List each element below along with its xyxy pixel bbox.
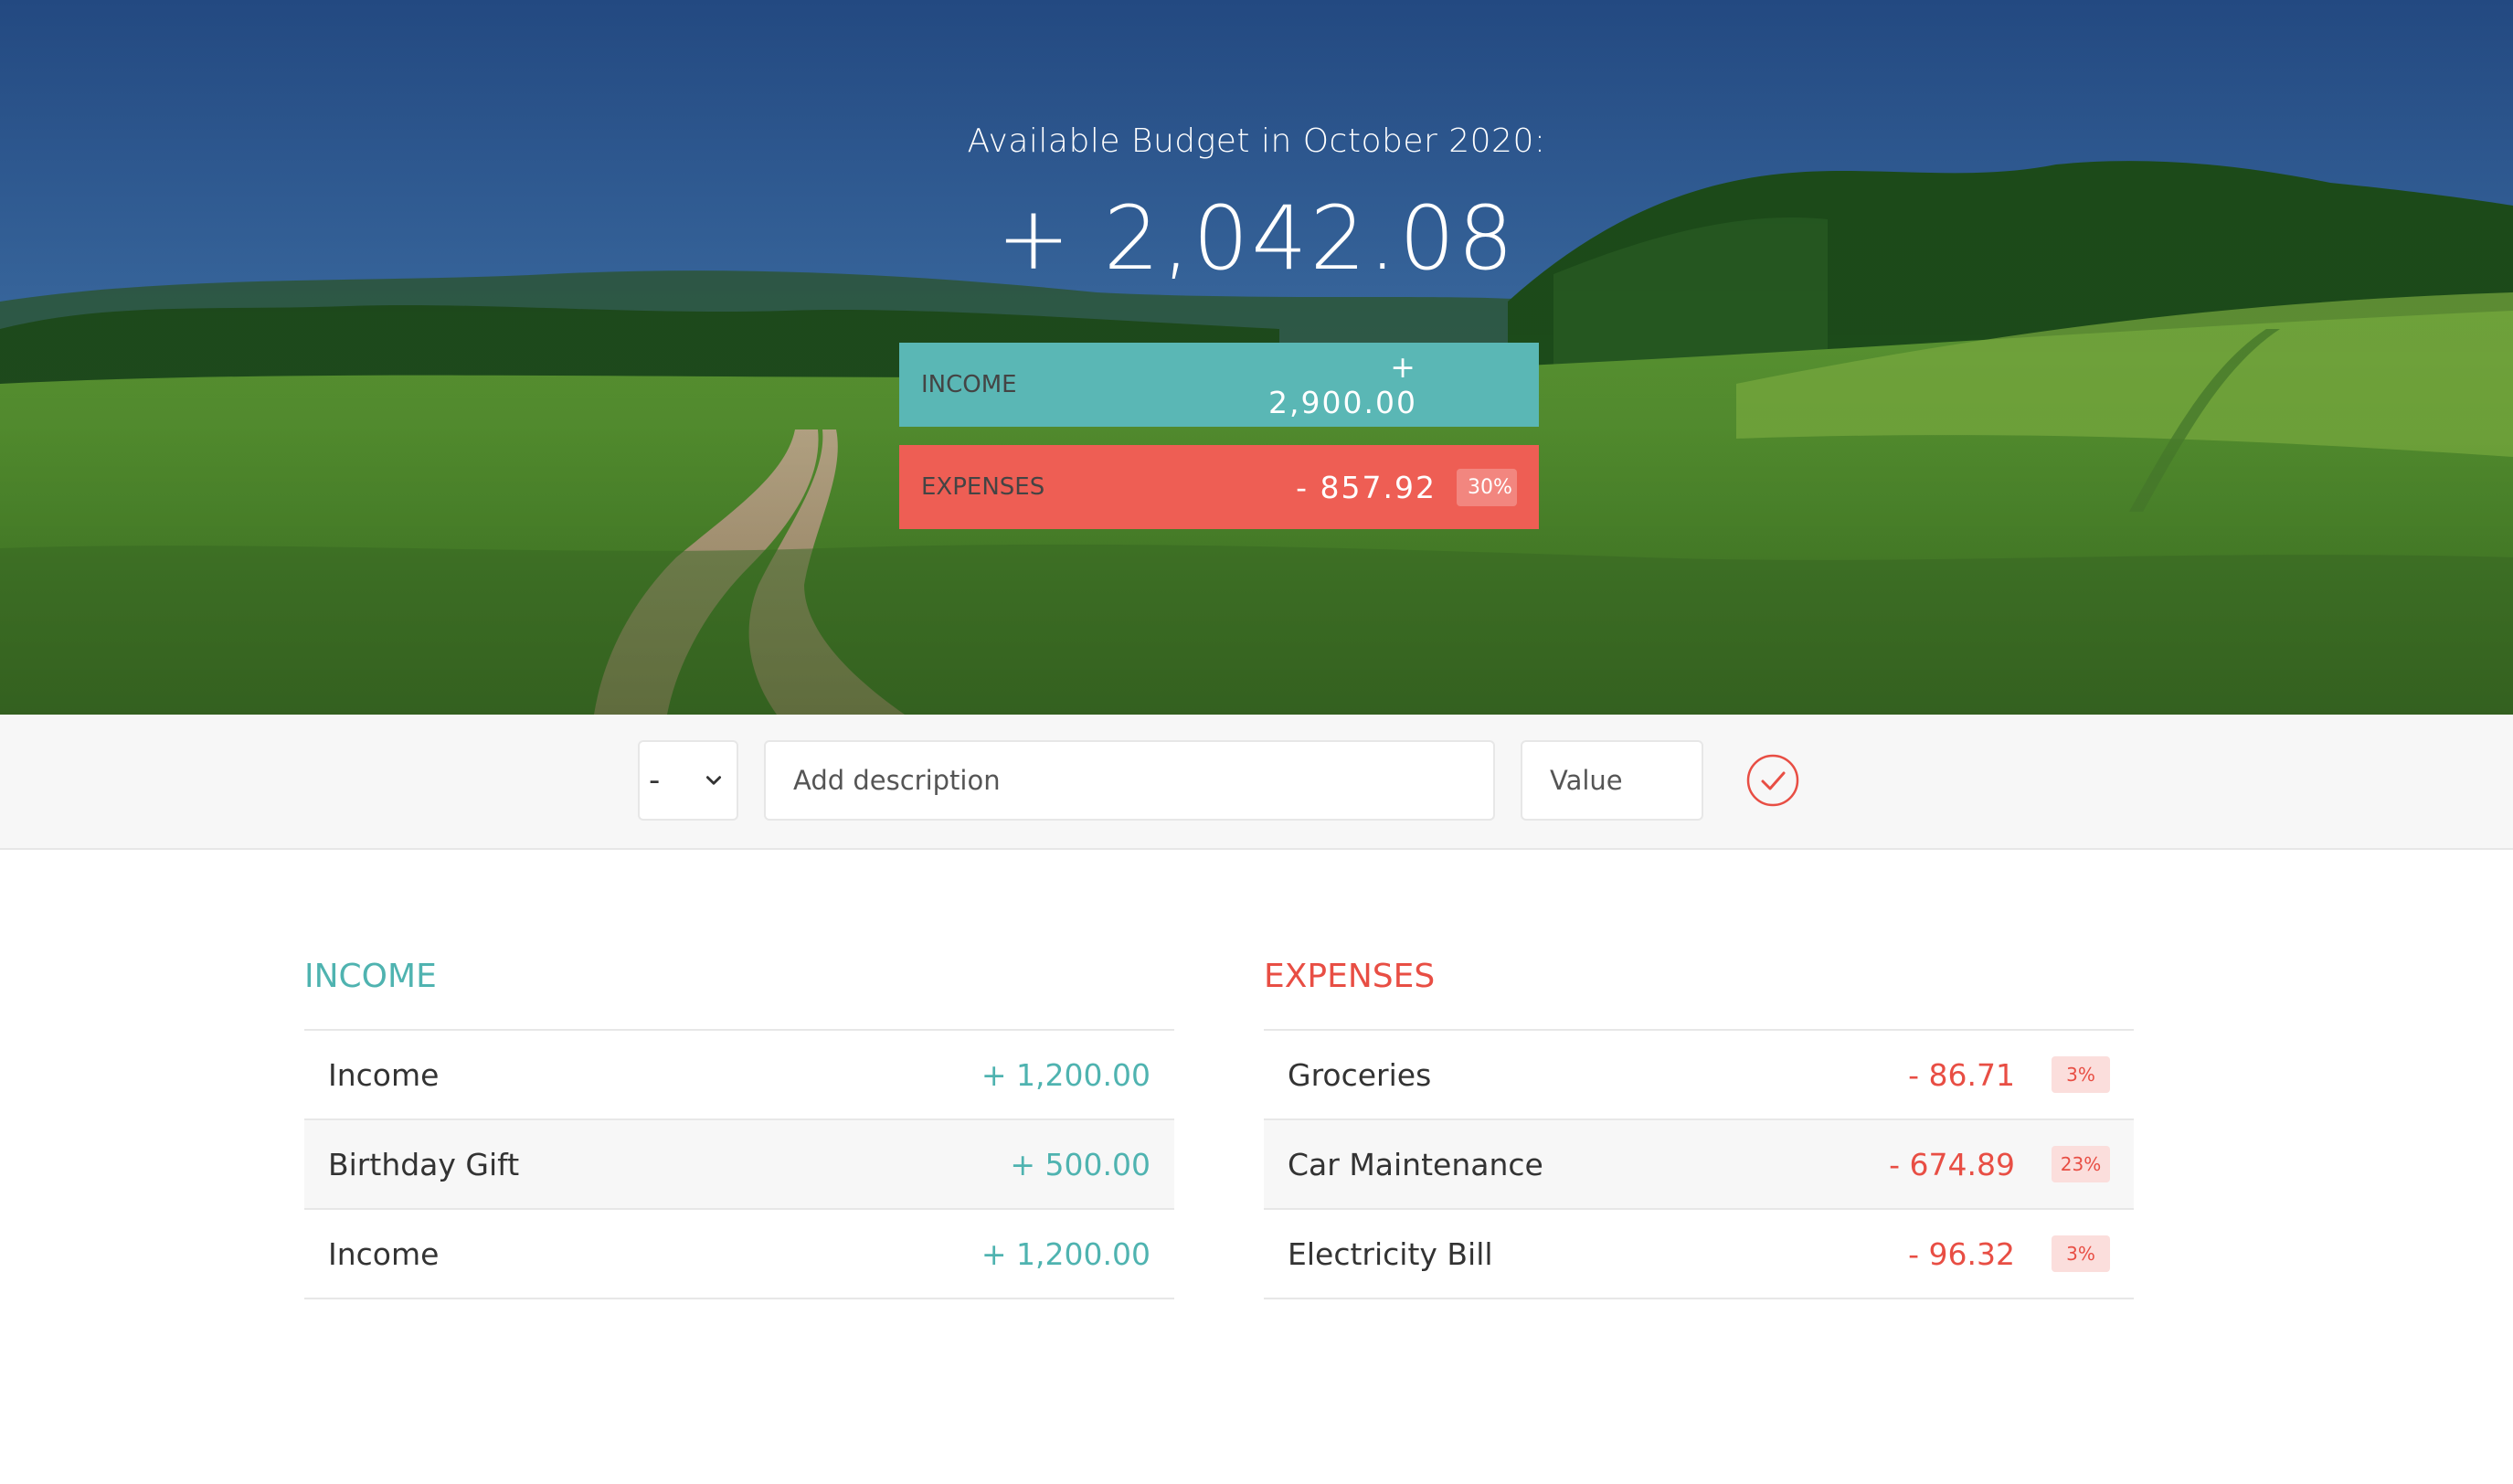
expense-item[interactable]: Electricity Bill - 96.32 3% xyxy=(1264,1210,2134,1299)
income-item-value: + 1,200.00 xyxy=(981,1235,1150,1272)
chevron-down-icon xyxy=(705,776,722,785)
expense-percentage-badge: 3% xyxy=(2052,1235,2110,1272)
income-item-value: + 1,200.00 xyxy=(981,1056,1150,1093)
hero-banner: Available Budget in October 2020: + 2,04… xyxy=(0,0,2513,715)
income-item-description: Income xyxy=(328,1056,440,1093)
income-item-description: Birthday Gift xyxy=(328,1146,520,1182)
expense-item[interactable]: Car Maintenance - 674.89 23% xyxy=(1264,1120,2134,1210)
income-summary-value: + 2,900.00 xyxy=(1268,349,1417,420)
add-item-bar: - xyxy=(0,715,2513,850)
description-input[interactable] xyxy=(764,740,1495,821)
expense-item-value: - 86.71 xyxy=(1908,1056,2015,1093)
expense-percentage-badge: 23% xyxy=(2052,1146,2110,1182)
income-summary-bar: Income + 2,900.00 xyxy=(899,343,1539,427)
expense-item-value: - 674.89 xyxy=(1889,1146,2015,1182)
expense-item-value: - 96.32 xyxy=(1908,1235,2015,1272)
expenses-list: Expenses Groceries - 86.71 3% Car Mainte… xyxy=(1264,958,2134,1299)
type-select-value: - xyxy=(649,762,661,799)
add-submit-button[interactable] xyxy=(1745,753,1800,808)
income-item[interactable]: Birthday Gift + 500.00 xyxy=(304,1120,1174,1210)
expense-percentage-badge: 3% xyxy=(2052,1056,2110,1093)
expense-item-description: Groceries xyxy=(1288,1056,1432,1093)
expenses-summary-label: Expenses xyxy=(921,473,1045,501)
type-select[interactable]: - xyxy=(638,740,738,821)
income-item[interactable]: Income + 1,200.00 xyxy=(304,1031,1174,1120)
expenses-list-title: Expenses xyxy=(1264,958,2134,1031)
budget-title: Available Budget in October 2020: xyxy=(967,122,1546,160)
income-item-description: Income xyxy=(328,1235,440,1272)
check-circle-icon xyxy=(1746,754,1799,807)
expense-item-description: Electricity Bill xyxy=(1288,1235,1493,1272)
expenses-percentage-badge: 30% xyxy=(1457,468,1517,506)
expense-item-description: Car Maintenance xyxy=(1288,1146,1543,1182)
income-list-title: Income xyxy=(304,958,1174,1031)
value-input[interactable] xyxy=(1521,740,1703,821)
income-list: Income Income + 1,200.00 Birthday Gift +… xyxy=(304,958,1174,1299)
budget-total-value: + 2,042.08 xyxy=(996,187,1517,290)
expense-item[interactable]: Groceries - 86.71 3% xyxy=(1264,1031,2134,1120)
income-item-value: + 500.00 xyxy=(1010,1146,1150,1182)
income-item[interactable]: Income + 1,200.00 xyxy=(304,1210,1174,1299)
expenses-summary-value: - 857.92 xyxy=(1296,469,1437,505)
income-summary-label: Income xyxy=(921,371,1017,398)
expenses-summary-bar: Expenses - 857.92 30% xyxy=(899,445,1539,529)
